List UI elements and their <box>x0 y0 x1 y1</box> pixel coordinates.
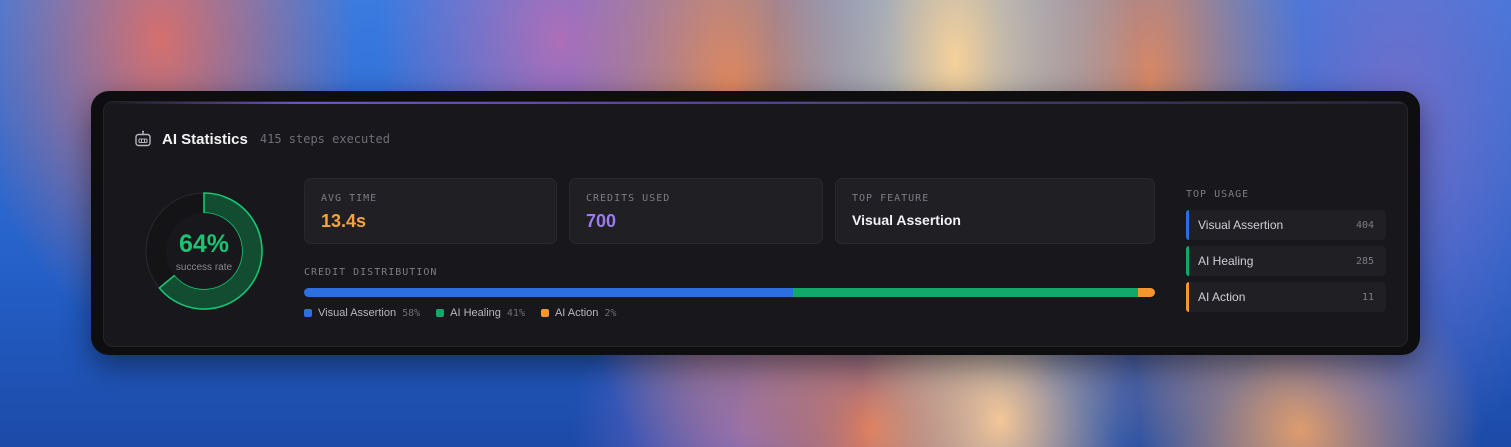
legend-name: AI Healing <box>450 307 501 319</box>
stat-credits-used: CREDITS USED 700 <box>569 178 823 244</box>
legend-swatch <box>540 309 549 317</box>
stat-top-feature: TOP FEATURE Visual Assertion <box>835 178 1155 244</box>
usage-count: 404 <box>1355 219 1374 231</box>
stat-value: Visual Assertion <box>852 212 961 228</box>
usage-accent-bar <box>1186 210 1189 240</box>
usage-count: 11 <box>1361 291 1374 303</box>
usage-name: AI Action <box>1198 290 1246 304</box>
stat-label: CREDITS USED <box>586 193 671 204</box>
top-usage-row: AI Action 11 <box>1186 282 1386 312</box>
top-usage-row: Visual Assertion 404 <box>1186 210 1386 240</box>
top-usage-row: AI Healing 285 <box>1186 246 1386 276</box>
donut-center: 64% success rate <box>144 191 264 311</box>
stat-avg-time: AVG TIME 13.4s <box>304 178 557 244</box>
usage-name: AI Healing <box>1198 254 1254 268</box>
credit-distribution-bar <box>304 288 1155 297</box>
usage-accent-bar <box>1186 282 1189 312</box>
stat-value: 700 <box>586 211 617 231</box>
card-body: AI Statistics 415 steps executed 64% suc… <box>103 101 1408 347</box>
card-top-accent <box>104 102 1407 104</box>
usage-name: Visual Assertion <box>1198 218 1284 232</box>
legend-swatch <box>436 309 445 317</box>
legend-percent: 41% <box>506 307 525 319</box>
usage-count: 285 <box>1355 255 1374 267</box>
stat-value: 13.4s <box>321 211 367 231</box>
top-usage-title: TOP USAGE <box>1186 189 1250 200</box>
steps-executed: 415 steps executed <box>259 132 390 146</box>
distribution-segment <box>304 288 793 297</box>
stat-label: AVG TIME <box>321 193 378 204</box>
credit-distribution-legend: Visual Assertion 58% AI Healing 41% AI Actio… <box>304 307 632 319</box>
stat-label: TOP FEATURE <box>852 193 930 204</box>
success-label: success rate <box>175 261 233 273</box>
legend-swatch <box>304 309 312 317</box>
legend-name: Visual Assertion <box>318 307 397 319</box>
card-header: AI Statistics 415 steps executed <box>134 128 390 150</box>
legend-item: AI Action 2% <box>540 307 617 319</box>
ai-statistics-card: AI Statistics 415 steps executed 64% suc… <box>91 91 1420 355</box>
distribution-segment <box>1138 288 1155 297</box>
card-title: AI Statistics <box>162 130 248 148</box>
distribution-segment <box>792 288 1139 297</box>
legend-percent: 58% <box>402 307 421 319</box>
legend-name: AI Action <box>554 307 599 319</box>
legend-item: Visual Assertion 58% <box>304 307 420 319</box>
legend-item: AI Healing 41% <box>436 307 525 319</box>
success-percent: 64% <box>178 229 230 258</box>
robot-icon <box>135 130 151 147</box>
legend-percent: 2% <box>604 307 617 319</box>
usage-accent-bar <box>1186 246 1189 276</box>
credit-distribution-label: CREDIT DISTRIBUTION <box>304 267 438 278</box>
